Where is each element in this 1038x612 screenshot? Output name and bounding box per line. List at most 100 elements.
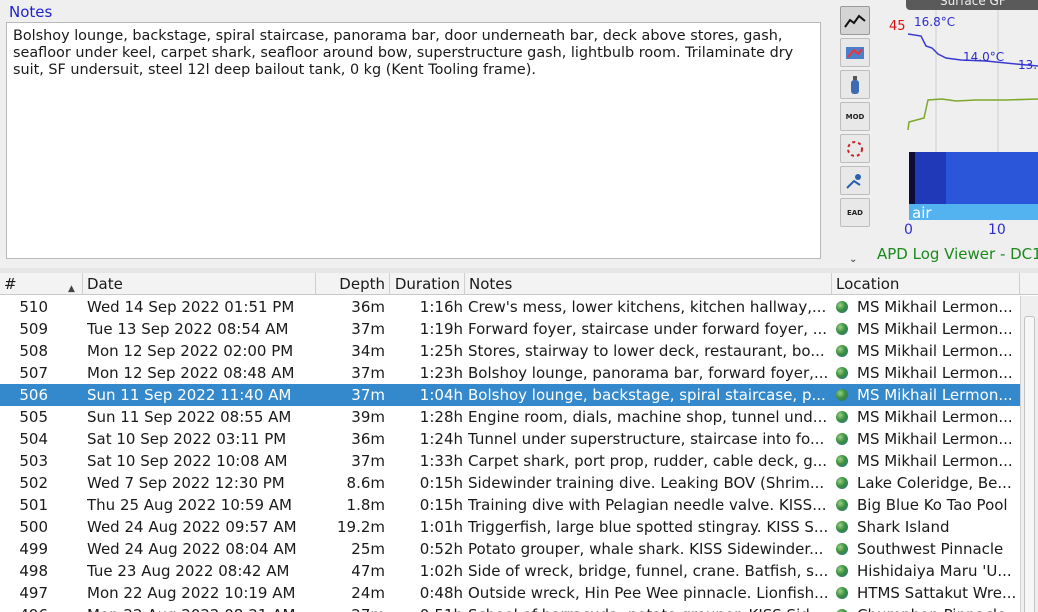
dive-number: 505 <box>19 408 48 426</box>
profile-map-tool-button[interactable] <box>840 38 870 67</box>
dive-location-text: MS Mikhail Lermon... <box>857 386 1013 404</box>
surface-gf-button[interactable]: Surface GF <box>906 0 1038 10</box>
globe-icon <box>836 433 848 445</box>
globe-icon <box>836 323 848 335</box>
column-header-notes[interactable]: Notes <box>465 273 832 295</box>
column-header-duration[interactable]: Duration <box>390 273 465 295</box>
table-row[interactable]: 508 Mon 12 Sep 2022 02:00 PM 34m 1:25h Store… <box>0 340 1020 362</box>
table-row[interactable]: 507 Mon 12 Sep 2022 08:48 AM 37m 1:23h Bolsh… <box>0 362 1020 384</box>
dive-duration: 1:24h <box>419 430 463 448</box>
column-header-number-label: # <box>4 275 17 293</box>
globe-icon <box>836 367 848 379</box>
dive-number: 497 <box>19 584 48 602</box>
dive-location-text: Lake Coleridge, Be... <box>857 474 1012 492</box>
dive-date: Tue 13 Sep 2022 08:54 AM <box>87 320 289 338</box>
dive-number: 507 <box>19 364 48 382</box>
dive-depth: 37m <box>351 386 385 404</box>
dive-date: Thu 25 Aug 2022 10:59 AM <box>87 496 292 514</box>
table-row[interactable]: 496 Mon 22 Aug 2022 08:21 AM 27m 0:51h Schoo… <box>0 604 1020 612</box>
profile-toolbar: MOD EAD <box>836 0 874 268</box>
dive-duration: 1:33h <box>419 452 463 470</box>
dive-duration: 1:19h <box>419 320 463 338</box>
dive-profile-graph[interactable]: Surface GF 45 16.8°C 14.0°C 13.1 air 0 1… <box>876 0 1038 268</box>
dive-location: Hishidaiya Maru 'U... <box>836 560 1020 582</box>
map-icon <box>846 46 864 59</box>
profile-tank-tool-button[interactable] <box>840 70 870 99</box>
dive-location-text: MS Mikhail Lermon... <box>857 342 1013 360</box>
profile-line-tool-button[interactable] <box>840 6 870 35</box>
table-row[interactable]: 509 Tue 13 Sep 2022 08:54 AM 37m 1:19h Forwa… <box>0 318 1020 340</box>
table-row[interactable]: 501 Thu 25 Aug 2022 10:59 AM 1.8m 0:15h Trai… <box>0 494 1020 516</box>
dive-location: MS Mikhail Lermon... <box>836 406 1020 428</box>
gas-label-air: air <box>912 204 932 222</box>
dive-duration: 1:02h <box>419 562 463 580</box>
dive-duration: 1:04h <box>419 386 463 404</box>
globe-icon <box>836 587 848 599</box>
dive-notes: Crew's mess, lower kitchens, kitchen hal… <box>468 298 827 316</box>
dive-duration: 1:28h <box>419 408 463 426</box>
dive-location: Chumphon Pinnacle <box>836 604 1020 612</box>
dive-date: Wed 7 Sep 2022 12:30 PM <box>87 474 285 492</box>
dive-location: Southwest Pinnacle <box>836 538 1020 560</box>
table-row[interactable]: 500 Wed 24 Aug 2022 09:57 AM 19.2m 1:01h Tri… <box>0 516 1020 538</box>
table-row[interactable]: 503 Sat 10 Sep 2022 10:08 AM 37m 1:33h Carpe… <box>0 450 1020 472</box>
column-header-date[interactable]: Date <box>83 273 316 295</box>
dive-number: 506 <box>19 386 48 404</box>
temperature-label-1: 16.8°C <box>914 15 956 29</box>
dive-notes: Carpet shark, port prop, rudder, cable d… <box>468 452 828 470</box>
column-header-depth[interactable]: Depth <box>316 273 390 295</box>
dive-duration: 0:51h <box>390 604 463 612</box>
dive-date: Sun 11 Sep 2022 11:40 AM <box>87 386 292 404</box>
table-row[interactable]: 504 Sat 10 Sep 2022 03:11 PM 36m 1:24h Tunne… <box>0 428 1020 450</box>
mod-icon-label: MOD <box>845 112 865 121</box>
dive-duration: 0:52h <box>419 540 463 558</box>
table-row[interactable]: 497 Mon 22 Aug 2022 10:19 AM 24m 0:48h Outsi… <box>0 582 1020 604</box>
dive-location: HTMS Sattakut Wre... <box>836 582 1020 604</box>
dive-number: 496 <box>0 604 48 612</box>
dive-computer-label: APD Log Viewer - DC1 <box>877 245 1038 263</box>
temperature-label-3: 13.1 <box>1018 58 1038 72</box>
dive-depth: 37m <box>351 452 385 470</box>
dive-number: 502 <box>19 474 48 492</box>
profile-mod-tool-button[interactable]: MOD <box>840 102 870 131</box>
dive-depth: 25m <box>351 540 385 558</box>
dive-depth: 27m <box>316 604 385 612</box>
profile-deco-tool-button[interactable] <box>840 134 870 163</box>
dive-location-text: MS Mikhail Lermon... <box>857 320 1013 338</box>
dive-location-text: MS Mikhail Lermon... <box>857 408 1013 426</box>
notes-text-area[interactable]: Bolshoy lounge, backstage, spiral stairc… <box>6 22 821 259</box>
table-row[interactable]: 505 Sun 11 Sep 2022 08:55 AM 39m 1:28h Engin… <box>0 406 1020 428</box>
table-row[interactable]: 499 Wed 24 Aug 2022 08:04 AM 25m 0:52h Potat… <box>0 538 1020 560</box>
globe-icon <box>836 455 848 467</box>
dive-depth: 8.6m <box>346 474 385 492</box>
ead-icon-label: EAD <box>846 208 863 217</box>
table-row[interactable]: 502 Wed 7 Sep 2022 12:30 PM 8.6m 0:15h Sidew… <box>0 472 1020 494</box>
dive-date: Tue 23 Aug 2022 08:42 AM <box>87 562 290 580</box>
scrollbar-thumb[interactable] <box>1024 316 1035 612</box>
globe-icon <box>836 389 848 401</box>
dive-depth: 39m <box>351 408 385 426</box>
table-row[interactable]: 506 Sun 11 Sep 2022 11:40 AM 37m 1:04h Bolsh… <box>0 384 1020 406</box>
dive-number: 503 <box>19 452 48 470</box>
column-header-location[interactable]: Location <box>832 273 1020 295</box>
table-row[interactable]: 510 Wed 14 Sep 2022 01:51 PM 36m 1:16h Crew'… <box>0 296 1020 318</box>
dive-location: MS Mikhail Lermon... <box>836 384 1020 406</box>
dive-location: MS Mikhail Lermon... <box>836 362 1020 384</box>
dive-depth: 36m <box>351 298 385 316</box>
dive-notes: Tunnel under superstructure, staircase i… <box>468 430 825 448</box>
profile-ead-tool-button[interactable]: EAD <box>840 198 870 227</box>
dive-location-text: Big Blue Ko Tao Pool <box>857 496 1008 514</box>
dive-number: 508 <box>19 342 48 360</box>
toolbar-more-chevron-icon[interactable]: ⌄ <box>849 254 857 265</box>
globe-icon <box>836 521 848 533</box>
dive-list-table[interactable]: # ▲ Date Depth Duration Notes Location 5… <box>0 273 1038 612</box>
temperature-label-2: 14.0°C <box>963 50 1005 64</box>
dive-notes: School of barracuda, potato grouper. KIS… <box>468 604 829 612</box>
profile-diver-tool-button[interactable] <box>840 166 870 195</box>
dive-duration: 1:23h <box>419 364 463 382</box>
column-header-number[interactable]: # ▲ <box>0 273 83 295</box>
dive-location: MS Mikhail Lermon... <box>836 428 1020 450</box>
line-chart-icon <box>844 14 866 28</box>
dive-list-scrollbar[interactable] <box>1020 296 1038 612</box>
table-row[interactable]: 498 Tue 23 Aug 2022 08:42 AM 47m 1:02h Side … <box>0 560 1020 582</box>
